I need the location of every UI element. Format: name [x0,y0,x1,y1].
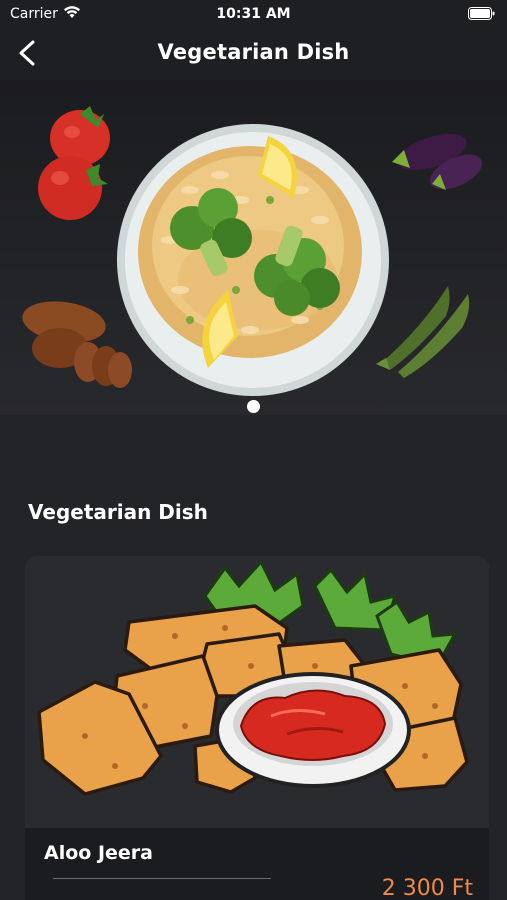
hero-carousel[interactable] [0,80,507,415]
status-bar: Carrier 10:31 AM [0,0,507,28]
product-card[interactable]: Aloo Jeera 2 300 Ft [25,556,489,900]
product-price: 2 300 Ft [381,876,473,900]
navigation-bar: Vegetarian Dish [0,28,507,80]
fried-snack-illustration [37,559,469,796]
okra-illustration [376,286,470,378]
product-info: Aloo Jeera 2 300 Ft [25,828,489,900]
divider [53,878,271,879]
eggplant-illustration [392,133,483,190]
status-time: 10:31 AM [216,6,291,22]
plate-illustration [117,124,389,396]
battery-icon [468,7,495,20]
tomato-illustration [38,106,110,220]
product-image [25,556,489,828]
hero-image [22,106,483,396]
potato-illustration [22,301,132,388]
product-name: Aloo Jeera [44,842,153,864]
section-title: Vegetarian Dish [28,500,208,524]
page-title: Vegetarian Dish [157,40,350,64]
carousel-page-indicator[interactable] [247,400,260,413]
screen: Carrier 10:31 AM Vegetarian Dish Vegetar… [0,0,507,900]
